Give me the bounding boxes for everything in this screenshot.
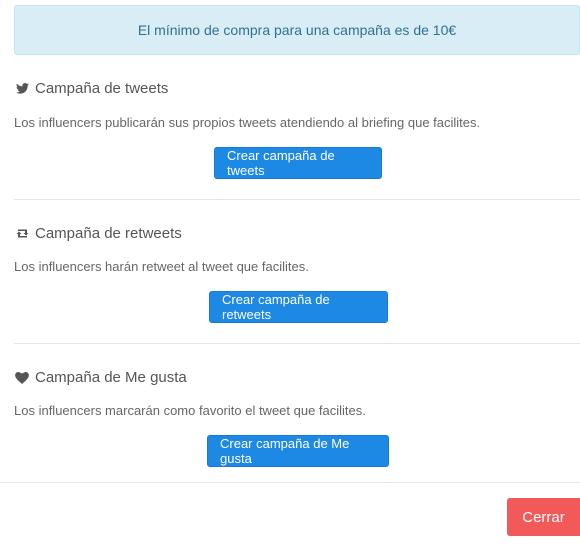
close-button[interactable]: Cerrar [507, 498, 580, 536]
heart-icon [14, 371, 30, 385]
create-likes-campaign-button[interactable]: Crear campaña de Me gusta [207, 435, 389, 467]
create-tweets-campaign-button[interactable]: Crear campaña de tweets [214, 147, 382, 179]
section-title-likes: Campaña de Me gusta [14, 369, 187, 386]
section-title-retweets: Campaña de retweets [14, 225, 182, 242]
section-description-likes: Los influencers marcarán como favorito e… [14, 403, 366, 418]
section-title-text: Campaña de retweets [35, 225, 182, 242]
section-title-text: Campaña de Me gusta [35, 369, 187, 386]
section-description-retweets: Los influencers harán retweet al tweet q… [14, 259, 309, 274]
create-retweets-campaign-button[interactable]: Crear campaña de retweets [209, 291, 388, 323]
minimum-purchase-notice: El mínimo de compra para una campaña es … [14, 5, 580, 55]
section-divider [14, 343, 580, 344]
section-title-text: Campaña de tweets [35, 80, 169, 97]
section-title-tweets: Campaña de tweets [14, 80, 168, 97]
section-divider [14, 199, 580, 200]
twitter-bird-icon [14, 82, 30, 96]
footer-divider [0, 482, 580, 483]
retweet-icon [14, 227, 30, 241]
section-description-tweets: Los influencers publicarán sus propios t… [14, 115, 481, 130]
notice-text: El mínimo de compra para una campaña es … [137, 22, 457, 38]
